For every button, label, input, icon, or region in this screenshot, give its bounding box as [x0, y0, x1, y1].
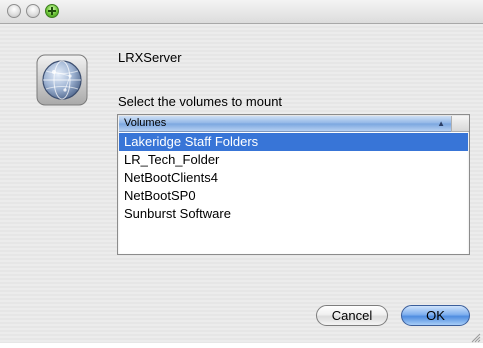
sort-ascending-icon: ▲ [437, 119, 445, 128]
list-item[interactable]: NetBootSP0 [119, 187, 468, 205]
header-corner [451, 116, 469, 132]
prompt-text: Select the volumes to mount [118, 94, 283, 109]
volumes-list[interactable]: Volumes ▲ Lakeridge Staff Folders LR_Tec… [117, 114, 470, 255]
minimize-icon[interactable] [26, 4, 40, 18]
list-item[interactable]: LR_Tech_Folder [119, 151, 468, 169]
volume-rows: Lakeridge Staff Folders LR_Tech_Folder N… [119, 133, 468, 223]
zoom-icon[interactable] [45, 4, 59, 18]
resize-grip-icon[interactable] [470, 330, 481, 343]
cancel-button[interactable]: Cancel [316, 305, 388, 326]
network-globe-icon [34, 52, 90, 108]
server-name: LRXServer [118, 50, 182, 65]
ok-button[interactable]: OK [401, 305, 470, 326]
title-bar[interactable] [0, 0, 483, 24]
list-item[interactable]: NetBootClients4 [119, 169, 468, 187]
column-header-volumes[interactable]: Volumes ▲ [119, 116, 451, 132]
close-icon[interactable] [7, 4, 21, 18]
list-item[interactable]: Sunburst Software [119, 205, 468, 223]
mount-volumes-dialog: LRXServer Select the volumes to mount Vo… [0, 0, 483, 343]
list-item[interactable]: Lakeridge Staff Folders [119, 133, 468, 151]
column-header-label: Volumes [124, 117, 167, 129]
